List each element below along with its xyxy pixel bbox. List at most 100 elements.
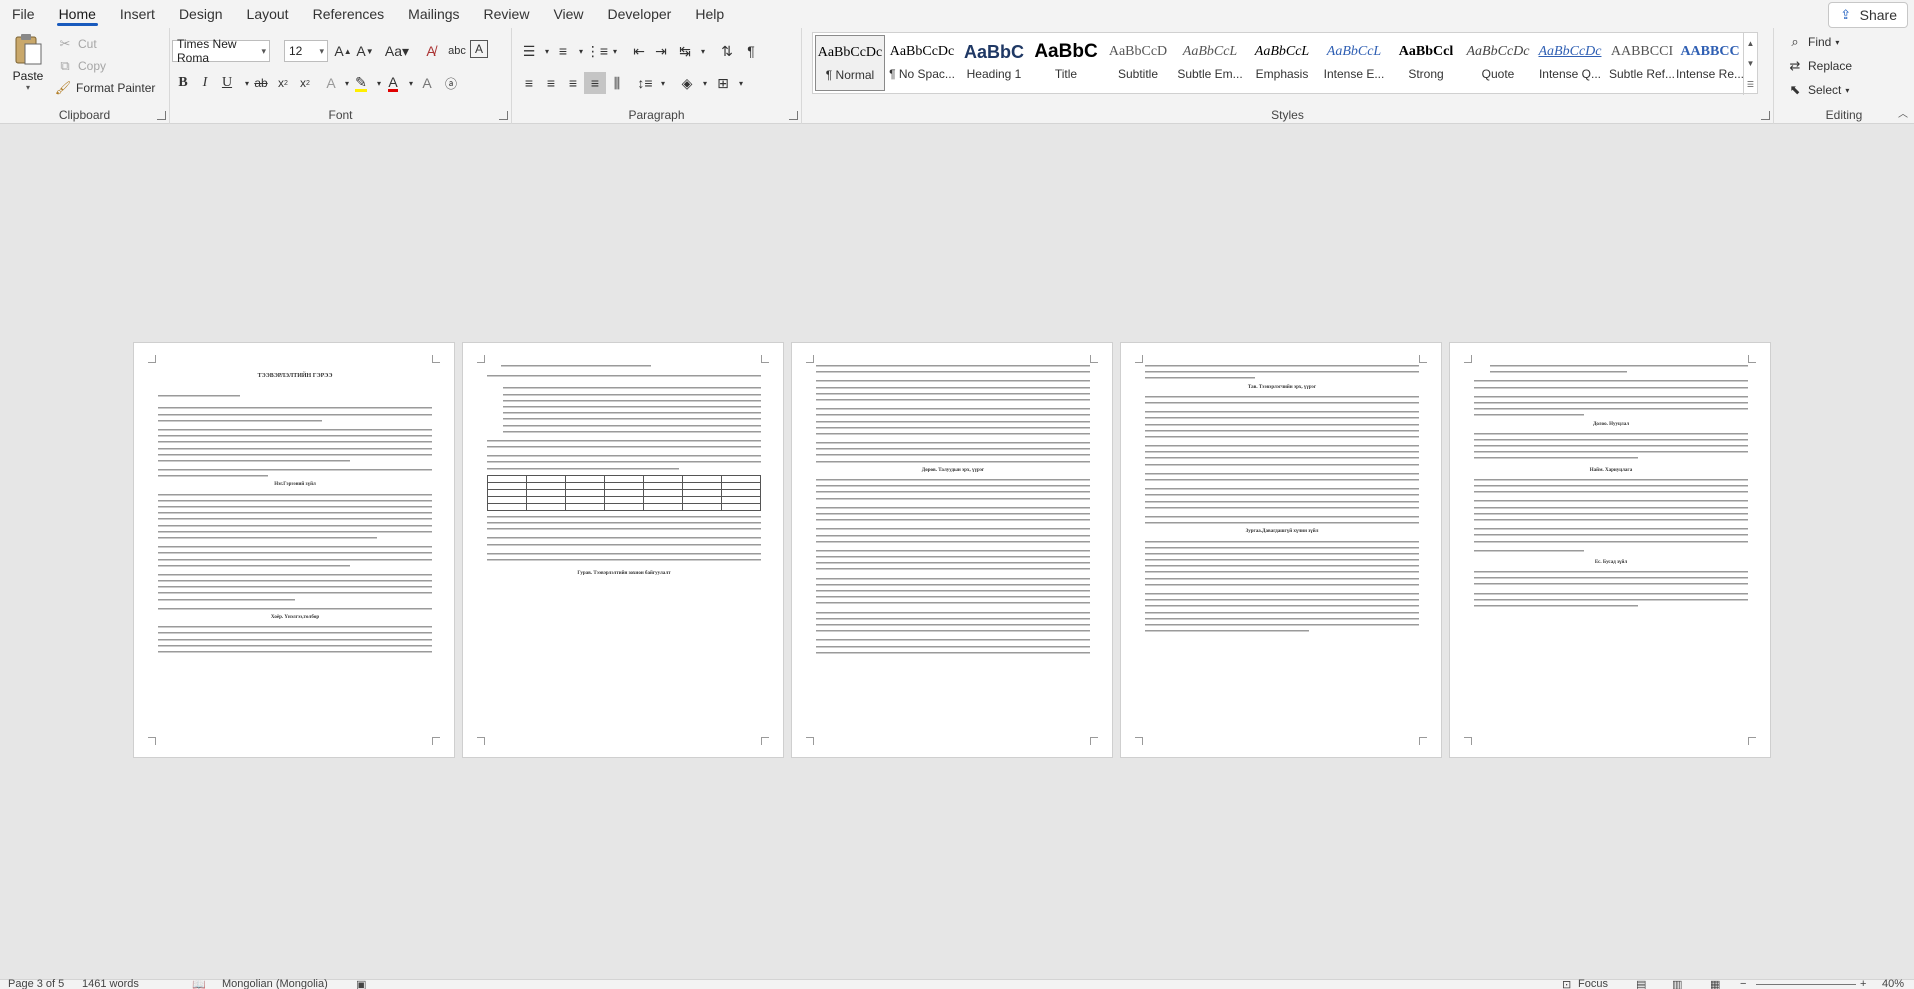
word-count[interactable]: 1461 words [82, 978, 139, 989]
zoom-slider[interactable] [1756, 984, 1856, 985]
show-formatting-marks-icon[interactable]: ¶ [740, 40, 762, 62]
tab-developer[interactable]: Developer [596, 0, 684, 28]
web-layout-icon[interactable]: ▦ [1710, 978, 1720, 989]
character-shading-icon[interactable]: A [416, 72, 438, 94]
styles-launcher-icon[interactable] [1761, 111, 1770, 120]
focus-icon[interactable]: ⊡ [1562, 978, 1571, 989]
page-count[interactable]: Page 3 of 5 [8, 978, 64, 989]
focus-mode[interactable]: Focus [1578, 978, 1608, 989]
phonetic-guide-icon[interactable]: abc [446, 40, 468, 62]
document-page-5[interactable]: Долоо. Нууцлал Найм. Хариуцлага Ес. Буса… [1449, 342, 1771, 758]
grow-font-icon[interactable]: A ▲ [332, 40, 354, 62]
style-preview: AaBbCcD [1108, 44, 1168, 59]
font-group-label: Font [328, 108, 353, 122]
style-strong[interactable]: AaBbCcl Strong [1391, 35, 1461, 91]
proofing-icon[interactable]: 📖 [192, 978, 206, 989]
decrease-indent-icon[interactable]: ⇤ [628, 40, 650, 62]
style-heading-1[interactable]: AaBbC Heading 1 [959, 35, 1029, 91]
tab-mailings[interactable]: Mailings [396, 0, 471, 28]
style-intense-reference[interactable]: AABBCC Intense Re... [1675, 35, 1745, 91]
align-left-icon[interactable]: ≡ [518, 72, 540, 94]
share-button[interactable]: ⇪ Share [1827, 2, 1908, 28]
font-launcher-icon[interactable] [499, 111, 508, 120]
italic-icon[interactable]: I [194, 72, 216, 94]
style-normal[interactable]: AaBbCcDc ¶ Normal [815, 35, 885, 91]
style-title[interactable]: AaBbC Title [1031, 35, 1101, 91]
paragraph-launcher-icon[interactable] [789, 111, 798, 120]
tab-file[interactable]: File [0, 0, 47, 28]
change-case-icon[interactable]: Aa▾ [382, 40, 412, 62]
print-layout-icon[interactable]: ▥ [1672, 978, 1682, 989]
zoom-out-icon[interactable]: − [1740, 978, 1746, 989]
document-page-1[interactable]: ТЭЭВЭРЛЭЛТИЙН ГЭРЭЭ Нэг.Гэрээний зүйл Хо… [133, 342, 455, 758]
more-styles-icon[interactable]: ☰ [1747, 80, 1754, 89]
clear-formatting-icon[interactable]: A̸ [420, 40, 442, 62]
language-indicator[interactable]: Mongolian (Mongolia) [222, 978, 328, 989]
subscript-icon[interactable]: x2 [272, 72, 294, 94]
accessibility-icon[interactable]: ▣ [356, 978, 366, 989]
document-page-2[interactable]: Гурав. Тээвэрлэлтийн зохион байгуулалт [462, 342, 784, 758]
sort-icon[interactable]: ⇅ [716, 40, 738, 62]
increase-indent-icon[interactable]: ⇥ [650, 40, 672, 62]
select-button[interactable]: ⬉ Select ▾ [1786, 80, 1850, 100]
style-preview: AaBbC [963, 42, 1024, 62]
distributed-icon[interactable]: ⫼ [606, 72, 628, 94]
justify-icon[interactable]: ≡ [584, 72, 606, 94]
cut-button[interactable]: ✂ Cut [56, 34, 97, 54]
enclose-characters-icon[interactable]: ⓐ [440, 72, 462, 94]
read-mode-icon[interactable]: ▤ [1636, 978, 1646, 989]
font-size-select[interactable]: 12 ▾ [284, 40, 328, 62]
tab-review[interactable]: Review [472, 0, 542, 28]
document-page-4[interactable]: Тав. Тээвэрлэгчийн эрх, үүрэг Зургаа.Дав… [1120, 342, 1442, 758]
section-heading: Нэг.Гэрээний зүйл [274, 482, 316, 488]
style-emphasis[interactable]: AaBbCcL Emphasis [1247, 35, 1317, 91]
font-family-select[interactable]: Times New Roma ▾ [172, 37, 270, 65]
collapse-ribbon-icon[interactable]: ︿ [1898, 105, 1908, 120]
shrink-font-icon[interactable]: A ▼ [354, 40, 376, 62]
tab-references[interactable]: References [301, 0, 397, 28]
tab-design[interactable]: Design [167, 0, 235, 28]
margin-mark [1419, 355, 1427, 363]
chevron-down-icon[interactable]: ▾ [692, 40, 714, 62]
style-subtle-emphasis[interactable]: AaBbCcL Subtle Em... [1175, 35, 1245, 91]
document-page-3[interactable]: Дөрөв. Талуудын эрх, үүрэг [791, 342, 1113, 758]
font-group: Times New Roma ▾ 12 ▾ A ▲ A ▼ Aa▾ A̸ abc A… [170, 28, 512, 124]
superscript-icon[interactable]: x2 [294, 72, 316, 94]
document-area[interactable]: ТЭЭВЭРЛЭЛТИЙН ГЭРЭЭ Нэг.Гэрээний зүйл Хо… [0, 125, 1914, 979]
align-right-icon[interactable]: ≡ [562, 72, 584, 94]
find-button[interactable]: ⌕ Find ▾ [1786, 32, 1839, 52]
zoom-in-icon[interactable]: + [1860, 978, 1866, 989]
copy-button[interactable]: ⧉ Copy [56, 56, 106, 76]
tab-view[interactable]: View [541, 0, 595, 28]
paste-button[interactable]: Paste ▾ [10, 32, 46, 102]
style-quote[interactable]: AaBbCcDc Quote [1463, 35, 1533, 91]
bold-icon[interactable]: B [172, 72, 194, 94]
replace-button[interactable]: ⇄ Replace [1786, 56, 1852, 76]
align-center-icon[interactable]: ≡ [540, 72, 562, 94]
scissors-icon: ✂ [59, 36, 71, 51]
clipboard-launcher-icon[interactable] [157, 111, 166, 120]
chevron-up-icon[interactable]: ▲ [1747, 39, 1755, 48]
chevron-down-icon[interactable]: ▾ [652, 72, 674, 94]
character-border-icon[interactable]: A [470, 40, 488, 58]
tab-layout[interactable]: Layout [235, 0, 301, 28]
style-subtle-reference[interactable]: AABBCCI Subtle Ref... [1607, 35, 1677, 91]
strikethrough-icon[interactable]: ab [250, 72, 272, 94]
copy-icon: ⧉ [60, 58, 70, 73]
tab-insert[interactable]: Insert [108, 0, 167, 28]
format-painter-label: Format Painter [76, 81, 156, 95]
tab-home[interactable]: Home [47, 0, 108, 28]
format-painter-button[interactable]: 🖌 Format Painter [54, 78, 156, 98]
style-no-spacing[interactable]: AaBbCcDc ¶ No Spac... [887, 35, 957, 91]
zoom-level[interactable]: 40% [1882, 978, 1904, 989]
underline-icon[interactable]: U [216, 72, 238, 94]
style-intense-quote[interactable]: AaBbCcDc Intense Q... [1535, 35, 1605, 91]
tab-help[interactable]: Help [683, 0, 736, 28]
style-intense-emphasis[interactable]: AaBbCcL Intense E... [1319, 35, 1389, 91]
chevron-down-icon[interactable]: ▾ [604, 40, 626, 62]
chevron-down-icon[interactable]: ▼ [1747, 59, 1755, 68]
font-family-value: Times New Roma [177, 37, 237, 65]
chevron-down-icon[interactable]: ▾ [730, 72, 752, 94]
font-size-value: 12 [289, 44, 303, 58]
style-subtitle[interactable]: AaBbCcD Subtitle [1103, 35, 1173, 91]
